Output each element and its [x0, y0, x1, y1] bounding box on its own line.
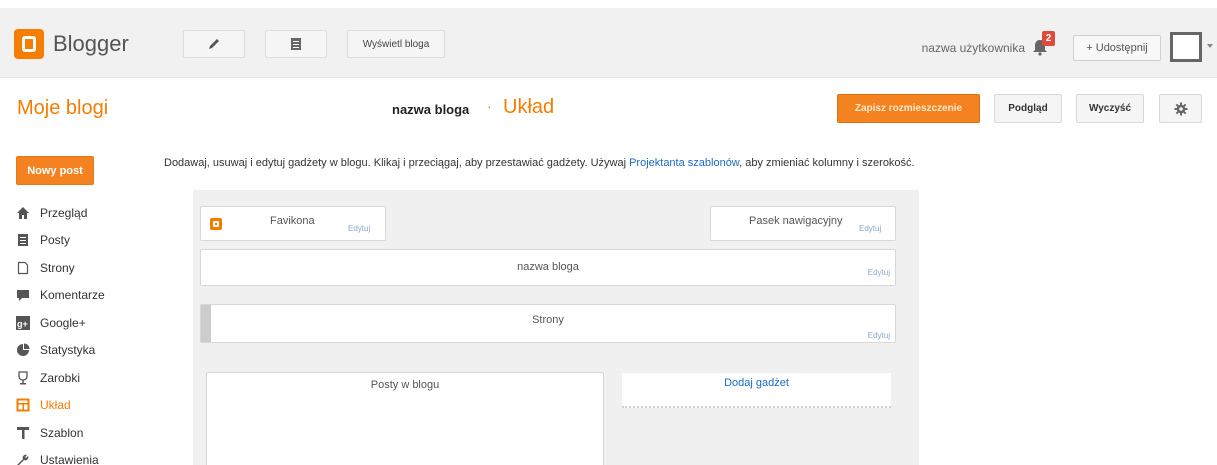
- sidebar-item-layout[interactable]: Układ: [16, 392, 105, 420]
- edit-link[interactable]: Edytuj: [868, 331, 890, 340]
- gear-icon: [1174, 102, 1187, 115]
- brand-name: Blogger: [53, 31, 129, 56]
- sidebar-item-pages[interactable]: Strony: [16, 254, 105, 282]
- pencil-icon: [209, 39, 219, 49]
- gadget-title: Posty w blogu: [370, 379, 440, 391]
- sidebar-item-label: Szablon: [40, 425, 84, 440]
- chevron-down-icon[interactable]: [1207, 44, 1213, 48]
- svg-text:g+: g+: [17, 319, 28, 329]
- preview-button[interactable]: Podgląd: [994, 94, 1062, 123]
- sidebar-item-label: Strony: [40, 260, 75, 275]
- description-text: Dodawaj, usuwaj i edytuj gadżety w blogu…: [164, 157, 630, 169]
- new-post-button[interactable]: Nowy post: [16, 156, 94, 185]
- blogger-logo-icon: [14, 29, 44, 59]
- sidebar-item-label: Komentarze: [40, 288, 105, 303]
- my-blogs-link[interactable]: Moje blogi: [17, 97, 108, 120]
- edit-link[interactable]: Edytuj: [868, 268, 890, 277]
- layout-icon: [16, 398, 30, 412]
- blogger-favicon-icon: [210, 218, 222, 230]
- add-gadget-link[interactable]: Dodaj gadżet: [622, 373, 891, 408]
- view-blog-button[interactable]: Wyświetl bloga: [347, 30, 445, 58]
- sidebar-item-label: Zarobki: [40, 370, 81, 385]
- pie-chart-icon: [16, 343, 30, 357]
- sidebar-item-posts[interactable]: Posty: [16, 227, 105, 255]
- sidebar-item-label: Statystyka: [40, 343, 96, 358]
- gadget-title: Strony: [532, 314, 564, 326]
- description-text-end: , aby zmieniać kolumny i szerokość.: [739, 157, 915, 169]
- add-gadget-label: Dodaj gadżet: [724, 377, 789, 389]
- sidebar-item-label: Posty: [40, 233, 71, 248]
- save-arrangement-button[interactable]: Zapisz rozmieszczenie: [837, 94, 980, 123]
- document-icon: [291, 38, 301, 50]
- trophy-icon: [16, 371, 30, 385]
- blogger-logo[interactable]: Blogger: [14, 29, 129, 59]
- page-title: Układ: [503, 96, 555, 118]
- posts-list-button[interactable]: [265, 30, 327, 58]
- comment-icon: [16, 288, 30, 302]
- gadget-title: Pasek nawigacyjny: [749, 215, 843, 227]
- sidebar-item-google-plus[interactable]: g+ Google+: [16, 309, 105, 337]
- edit-link[interactable]: Edytuj: [859, 224, 881, 233]
- layout-description: Dodawaj, usuwaj i edytuj gadżety w blogu…: [164, 157, 915, 169]
- blog-posts-gadget[interactable]: Posty w blogu: [206, 372, 604, 465]
- header-gadget[interactable]: nazwa bloga Edytuj: [200, 249, 896, 286]
- clear-button[interactable]: Wyczyść: [1076, 94, 1144, 123]
- new-post-pencil-button[interactable]: [183, 30, 245, 58]
- sidebar-item-label: Google+: [40, 315, 86, 330]
- sidebar-nav: Przegląd Posty Strony Komentarze g+ Goog…: [16, 199, 105, 465]
- favicon-gadget[interactable]: Favikona Edytuj: [200, 206, 386, 241]
- sidebar-item-settings[interactable]: Ustawienia: [16, 447, 105, 465]
- share-button[interactable]: + Udostępnij: [1073, 35, 1161, 61]
- settings-button[interactable]: [1159, 94, 1202, 123]
- gadget-title: nazwa bloga: [517, 261, 579, 273]
- username[interactable]: nazwa użytkownika: [922, 41, 1025, 55]
- google-plus-icon: g+: [16, 315, 30, 330]
- sidebar-item-template[interactable]: Szablon: [16, 419, 105, 447]
- sidebar-item-label: Ustawienia: [40, 453, 99, 465]
- navbar-gadget[interactable]: Pasek nawigacyjny Edytuj: [710, 206, 896, 241]
- wrench-icon: [16, 453, 30, 465]
- home-icon: [16, 206, 30, 220]
- separator: ·: [487, 98, 492, 114]
- sidebar-item-stats[interactable]: Statystyka: [16, 337, 105, 365]
- pages-gadget[interactable]: Strony Edytuj: [200, 304, 896, 343]
- template-icon: [16, 426, 30, 440]
- sidebar-item-earnings[interactable]: Zarobki: [16, 364, 105, 392]
- sidebar-item-comments[interactable]: Komentarze: [16, 282, 105, 310]
- page-icon: [16, 261, 30, 275]
- template-designer-link[interactable]: Projektanta szablonów: [629, 157, 739, 169]
- sidebar-item-label: Układ: [40, 398, 71, 413]
- edit-link[interactable]: Edytuj: [348, 224, 370, 233]
- posts-icon: [16, 233, 30, 247]
- blog-name: nazwa bloga: [392, 102, 470, 117]
- sidebar-item-label: Przegląd: [40, 205, 88, 220]
- gadget-title: Favikona: [270, 215, 315, 227]
- sidebar-item-overview[interactable]: Przegląd: [16, 199, 105, 227]
- avatar[interactable]: [1170, 32, 1202, 62]
- top-bar: Blogger Wyświetl bloga nazwa użytkownika…: [0, 8, 1217, 78]
- notification-badge: 2: [1042, 31, 1055, 46]
